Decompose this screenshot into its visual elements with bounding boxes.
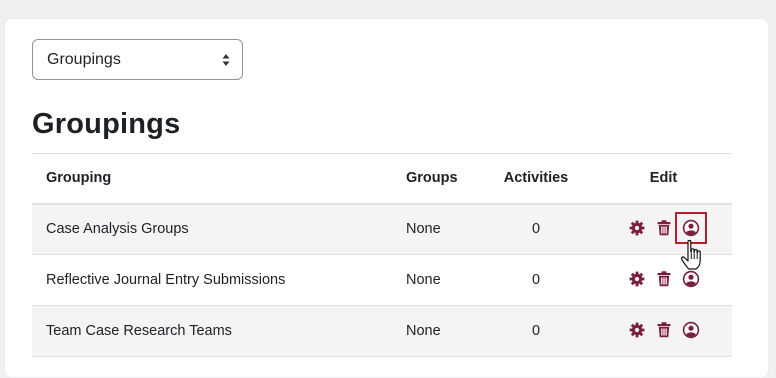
grouping-activities: 0 [477,203,595,255]
table-row: Case Analysis Groups None 0 [32,203,732,255]
groupings-table: Grouping Groups Activities Edit Case Ana… [32,153,732,357]
gear-icon[interactable] [628,219,646,237]
grouping-name: Case Analysis Groups [32,203,392,255]
header-groups: Groups [392,153,477,205]
grouping-name: Reflective Journal Entry Submissions [32,254,392,306]
edit-actions [595,305,732,357]
page-selector-dropdown[interactable]: Groupings [32,39,243,80]
grouping-activities: 0 [477,254,595,306]
grouping-groups: None [392,305,477,357]
edit-actions [595,203,732,255]
header-activities: Activities [477,153,595,205]
user-circle-icon[interactable] [674,211,707,244]
trash-icon[interactable] [655,321,673,339]
page-title: Groupings [32,108,181,140]
grouping-name: Team Case Research Teams [32,305,392,357]
user-circle-icon[interactable] [682,270,700,288]
header-grouping: Grouping [32,153,392,205]
edit-actions [595,254,732,306]
sort-caret-icon [222,54,230,66]
table-row: Reflective Journal Entry Submissions Non… [32,254,732,306]
grouping-groups: None [392,254,477,306]
trash-icon[interactable] [655,270,673,288]
gear-icon[interactable] [628,321,646,339]
grouping-activities: 0 [477,305,595,357]
page-selector-value: Groupings [47,50,121,68]
user-circle-icon[interactable] [682,321,700,339]
header-edit: Edit [595,153,732,205]
table-row: Team Case Research Teams None 0 [32,305,732,357]
gear-icon[interactable] [628,270,646,288]
trash-icon[interactable] [655,219,673,237]
grouping-groups: None [392,203,477,255]
table-header-row: Grouping Groups Activities Edit [32,153,732,205]
